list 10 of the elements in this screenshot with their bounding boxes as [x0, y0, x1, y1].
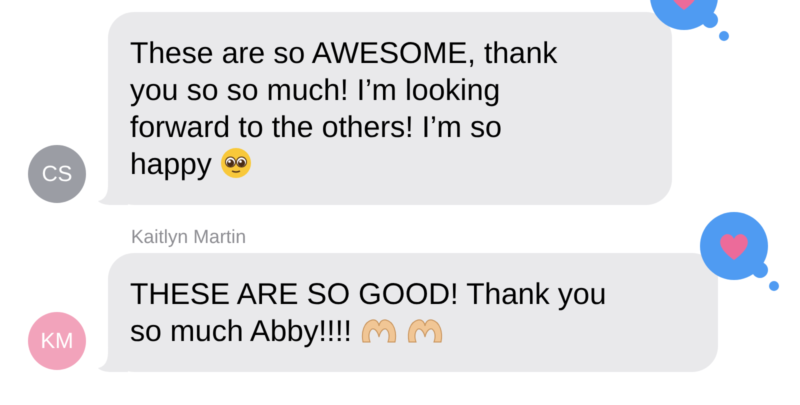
- message-line: THESE ARE SO GOOD! Thank you: [130, 278, 606, 311]
- message-line: happy: [130, 148, 212, 181]
- pleading-face-icon: [220, 147, 252, 179]
- sender-name: Kaitlyn Martin: [131, 227, 248, 249]
- avatar[interactable]: CS: [28, 145, 86, 203]
- message-line: forward to the others! I’m so: [130, 111, 502, 144]
- message-line: you so so much! I’m looking: [130, 74, 500, 107]
- message-line: These are so AWESOME, thank: [130, 37, 558, 70]
- avatar[interactable]: KM: [28, 312, 86, 370]
- message-line: so much Abby!!!!: [130, 315, 352, 348]
